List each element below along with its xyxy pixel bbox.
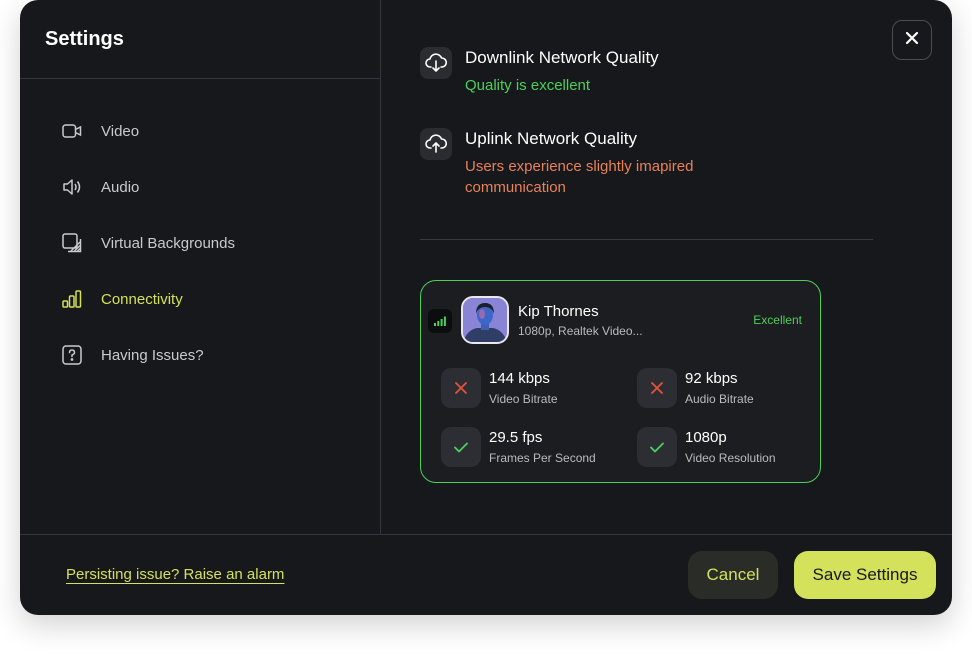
cancel-button[interactable]: Cancel <box>688 551 778 599</box>
stat-audio-bitrate: 92 kbps Audio Bitrate <box>637 368 754 408</box>
cross-icon <box>637 368 677 408</box>
save-settings-button[interactable]: Save Settings <box>794 551 936 599</box>
stat-video-resolution: 1080p Video Resolution <box>637 427 776 467</box>
cloud-download-icon <box>420 47 452 79</box>
stat-value: 92 kbps <box>685 370 738 387</box>
sidebar-item-audio[interactable]: Audio <box>61 172 235 202</box>
check-icon <box>441 427 481 467</box>
sidebar-item-label: Having Issues? <box>101 346 204 364</box>
stat-value: 144 kbps <box>489 370 550 387</box>
status-badge: Excellent <box>753 313 802 327</box>
connectivity-panel: Downlink Network Quality Quality is exce… <box>381 0 952 534</box>
stat-video-bitrate: 144 kbps Video Bitrate <box>441 368 558 408</box>
question-icon <box>61 344 83 366</box>
sidebar-nav: Video Audio Virtual Backgrounds Connecti… <box>61 116 235 396</box>
participant-stats-card: Kip Thornes 1080p, Realtek Video... Exce… <box>420 280 821 483</box>
divider <box>420 239 873 240</box>
video-icon <box>61 120 83 142</box>
page-title: Settings <box>45 28 124 50</box>
cloud-upload-icon <box>420 128 452 160</box>
sidebar-item-connectivity[interactable]: Connectivity <box>61 284 235 314</box>
stat-value: 1080p <box>685 429 727 446</box>
stat-label: Video Bitrate <box>489 392 558 406</box>
uplink-status: Users experience slightly imapired commu… <box>465 158 694 196</box>
raise-alarm-link[interactable]: Persisting issue? Raise an alarm <box>66 566 284 583</box>
sidebar-item-having-issues[interactable]: Having Issues? <box>61 340 235 370</box>
sidebar-item-virtual-backgrounds[interactable]: Virtual Backgrounds <box>61 228 235 258</box>
sidebar: Settings Video Audio Virtual Backgrounds… <box>20 0 381 534</box>
sidebar-item-label: Virtual Backgrounds <box>101 234 235 252</box>
stat-frames-per-second: 29.5 fps Frames Per Second <box>441 427 596 467</box>
stat-label: Audio Bitrate <box>685 392 754 406</box>
participant-name: Kip Thornes <box>518 303 599 320</box>
downlink-title: Downlink Network Quality <box>465 48 659 67</box>
avatar <box>461 296 509 344</box>
background-icon <box>61 232 83 254</box>
check-icon <box>637 427 677 467</box>
sidebar-item-video[interactable]: Video <box>61 116 235 146</box>
footer: Persisting issue? Raise an alarm Cancel … <box>20 534 952 615</box>
downlink-quality: Downlink Network Quality Quality is exce… <box>420 47 725 96</box>
close-button[interactable] <box>892 20 932 60</box>
sidebar-item-label: Audio <box>101 178 140 196</box>
stat-label: Video Resolution <box>685 451 776 465</box>
uplink-title: Uplink Network Quality <box>465 129 637 148</box>
stat-value: 29.5 fps <box>489 429 543 446</box>
stat-label: Frames Per Second <box>489 451 596 465</box>
settings-modal: Settings Video Audio Virtual Backgrounds… <box>20 0 952 615</box>
participant-device: 1080p, Realtek Video... <box>518 324 643 338</box>
uplink-quality: Uplink Network Quality Users experience … <box>420 128 725 198</box>
signal-strength-icon <box>428 309 452 333</box>
speaker-icon <box>61 176 83 198</box>
signal-bars-icon <box>61 288 83 310</box>
downlink-status: Quality is excellent <box>465 77 591 94</box>
sidebar-item-label: Connectivity <box>101 290 183 308</box>
sidebar-header: Settings <box>20 0 380 79</box>
close-icon <box>905 31 919 50</box>
cross-icon <box>441 368 481 408</box>
sidebar-item-label: Video <box>101 122 140 140</box>
